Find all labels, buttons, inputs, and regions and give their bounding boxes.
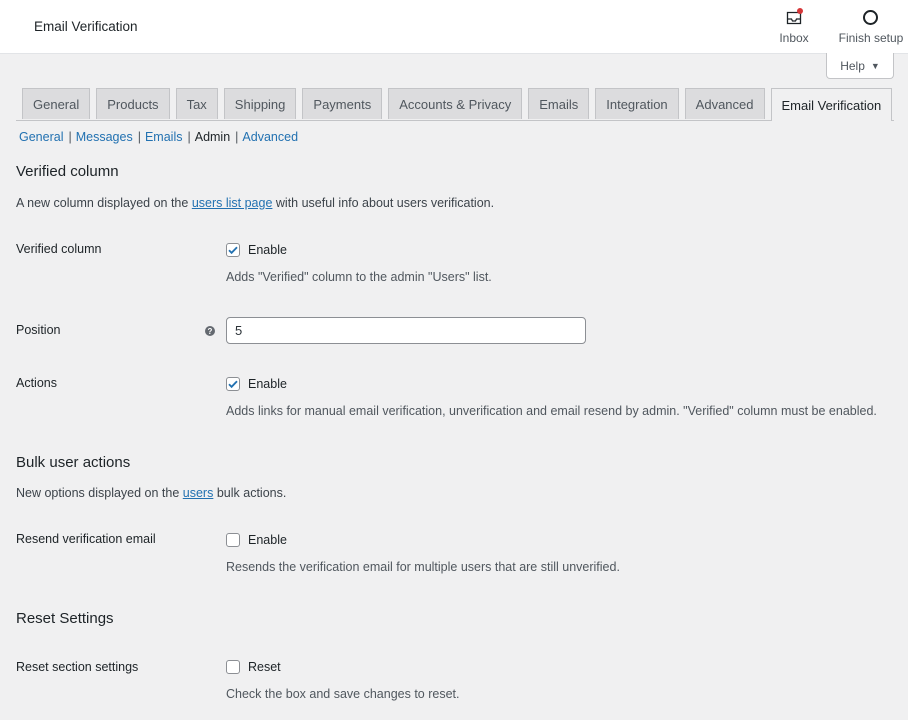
verified-column-label: Verified column [16, 242, 102, 256]
verified-column-option[interactable]: Enable [226, 243, 287, 257]
tab-tax[interactable]: Tax [175, 88, 218, 119]
tab-integration[interactable]: Integration [595, 88, 679, 119]
top-bar: Email Verification Inbox Finish setup [0, 0, 908, 54]
description-text: A new column displayed on the [16, 196, 192, 210]
verified-column-heading: Verified column [16, 163, 119, 180]
bulk-user-actions-description: New options displayed on the users bulk … [16, 486, 286, 500]
description-text: New options displayed on the [16, 486, 183, 500]
subnav-separator: | [137, 130, 141, 144]
progress-ring-icon [861, 8, 881, 28]
subnav-emails[interactable]: Emails [145, 130, 183, 144]
finish-setup-button[interactable]: Finish setup [838, 8, 904, 45]
subnav-separator: | [235, 130, 239, 144]
description-text: bulk actions. [213, 486, 287, 500]
subnav-admin-current: Admin [194, 130, 231, 144]
resend-verification-checkbox[interactable] [226, 533, 240, 547]
position-input[interactable] [226, 317, 586, 344]
help-label: Help [840, 58, 865, 73]
subnav-messages[interactable]: Messages [76, 130, 133, 144]
page-title: Email Verification [34, 19, 138, 34]
reset-section-label: Reset section settings [16, 660, 139, 674]
checkbox-label: Enable [248, 243, 287, 257]
description-text: with useful info about users verificatio… [272, 196, 495, 210]
caret-down-icon: ▼ [870, 60, 880, 71]
actions-help: Adds links for manual email verification… [226, 404, 877, 418]
verified-column-checkbox[interactable] [226, 243, 240, 257]
checkbox-label: Enable [248, 533, 287, 547]
notification-dot [797, 8, 803, 14]
actions-option[interactable]: Enable [226, 377, 287, 391]
resend-verification-label: Resend verification email [16, 532, 156, 546]
bulk-user-actions-heading: Bulk user actions [16, 454, 131, 471]
inbox-button[interactable]: Inbox [776, 8, 812, 45]
settings-tabs: General Products Tax Shipping Payments A… [22, 88, 893, 121]
subnav-general[interactable]: General [19, 130, 63, 144]
checkmark-icon [228, 246, 238, 255]
checkbox-label: Reset [248, 660, 281, 674]
actions-label: Actions [16, 376, 57, 390]
actions-checkbox[interactable] [226, 377, 240, 391]
position-label: Position [16, 323, 61, 337]
tab-advanced[interactable]: Advanced [684, 88, 765, 119]
tab-accounts-privacy[interactable]: Accounts & Privacy [388, 88, 523, 119]
reset-section-help: Check the box and save changes to reset. [226, 687, 460, 701]
tab-products[interactable]: Products [96, 88, 170, 119]
inbox-icon [784, 8, 804, 28]
resend-verification-help: Resends the verification email for multi… [226, 560, 620, 574]
inbox-label: Inbox [779, 31, 809, 45]
tab-shipping[interactable]: Shipping [223, 88, 297, 119]
tab-general[interactable]: General [22, 88, 91, 119]
users-link[interactable]: users [183, 486, 214, 500]
section-subnav: General | Messages | Emails | Admin | Ad… [19, 130, 298, 144]
tab-email-verification[interactable]: Email Verification [770, 88, 893, 121]
finish-setup-label: Finish setup [838, 31, 904, 45]
subnav-separator: | [187, 130, 191, 144]
help-button[interactable]: Help ▼ [826, 53, 894, 79]
reset-settings-heading: Reset Settings [16, 610, 114, 627]
tab-emails[interactable]: Emails [528, 88, 590, 119]
help-tip-icon[interactable]: ? [205, 326, 215, 336]
tab-payments[interactable]: Payments [302, 88, 383, 119]
checkmark-icon [228, 380, 238, 389]
subnav-separator: | [68, 130, 72, 144]
checkbox-label: Enable [248, 377, 287, 391]
reset-section-option[interactable]: Reset [226, 660, 281, 674]
verified-column-help: Adds "Verified" column to the admin "Use… [226, 270, 492, 284]
subnav-advanced[interactable]: Advanced [242, 130, 298, 144]
reset-section-checkbox[interactable] [226, 660, 240, 674]
users-list-page-link[interactable]: users list page [192, 196, 273, 210]
resend-verification-option[interactable]: Enable [226, 533, 287, 547]
verified-column-description: A new column displayed on the users list… [16, 196, 494, 210]
